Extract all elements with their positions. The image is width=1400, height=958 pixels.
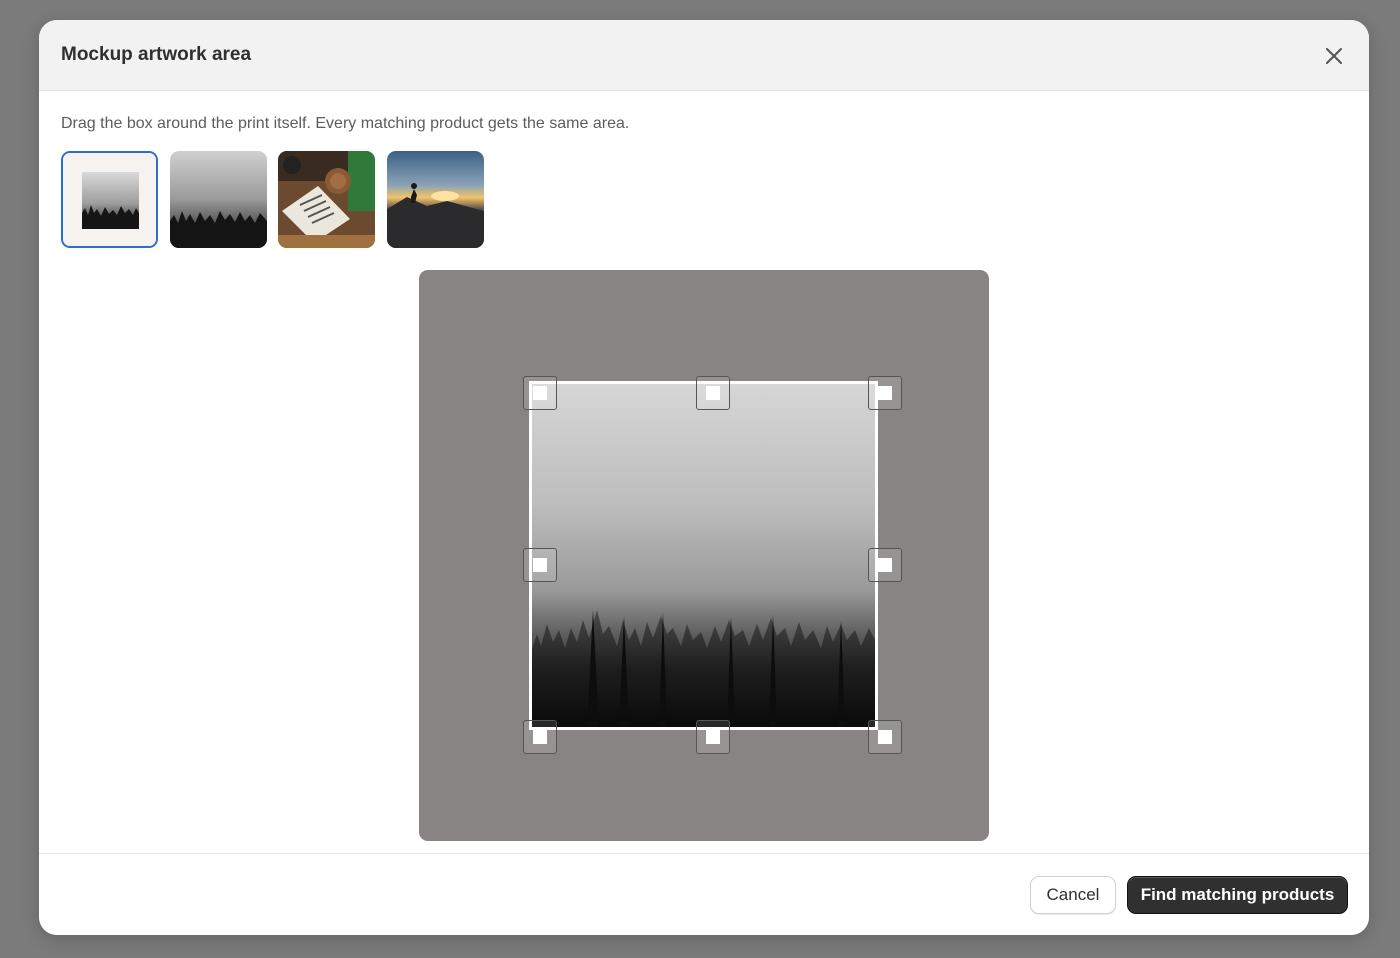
close-button[interactable] xyxy=(1321,43,1347,69)
handle-square-icon xyxy=(533,558,547,572)
handle-square-icon xyxy=(706,386,720,400)
handle-square-icon xyxy=(878,558,892,572)
crop-handle-right[interactable] xyxy=(868,548,902,582)
thumbnail-desk-scene[interactable] xyxy=(278,151,375,248)
misty-forest-image xyxy=(170,151,267,248)
modal-title: Mockup artwork area xyxy=(61,44,252,65)
desk-scene-image xyxy=(278,151,375,248)
thumbnail-misty-forest[interactable] xyxy=(170,151,267,248)
thumbnail-framed-forest-print[interactable] xyxy=(61,151,158,248)
cancel-button[interactable]: Cancel xyxy=(1030,876,1116,914)
crop-handle-top[interactable] xyxy=(696,376,730,410)
modal-header: Mockup artwork area xyxy=(39,20,1369,91)
framed-print-image xyxy=(63,153,156,246)
crop-handle-top-right[interactable] xyxy=(868,376,902,410)
handle-square-icon xyxy=(533,730,547,744)
mountain-sunset-image xyxy=(387,151,484,248)
handle-square-icon xyxy=(878,386,892,400)
thumbnail-mountain-sunset[interactable] xyxy=(387,151,484,248)
crop-handle-bottom-right[interactable] xyxy=(868,720,902,754)
handle-square-icon xyxy=(878,730,892,744)
artwork-canvas xyxy=(419,270,989,841)
find-matching-products-button[interactable]: Find matching products xyxy=(1127,876,1348,914)
instructions-text: Drag the box around the print itself. Ev… xyxy=(61,115,630,132)
mockup-modal: Mockup artwork area Drag the box around … xyxy=(39,20,1369,935)
crop-handle-bottom[interactable] xyxy=(696,720,730,754)
crop-handle-top-left[interactable] xyxy=(523,376,557,410)
handle-square-icon xyxy=(533,386,547,400)
crop-box[interactable] xyxy=(529,381,878,730)
crop-handle-left[interactable] xyxy=(523,548,557,582)
handle-square-icon xyxy=(706,730,720,744)
close-icon xyxy=(1326,48,1342,64)
modal-footer: Cancel Find matching products xyxy=(39,853,1369,935)
crop-handle-bottom-left[interactable] xyxy=(523,720,557,754)
